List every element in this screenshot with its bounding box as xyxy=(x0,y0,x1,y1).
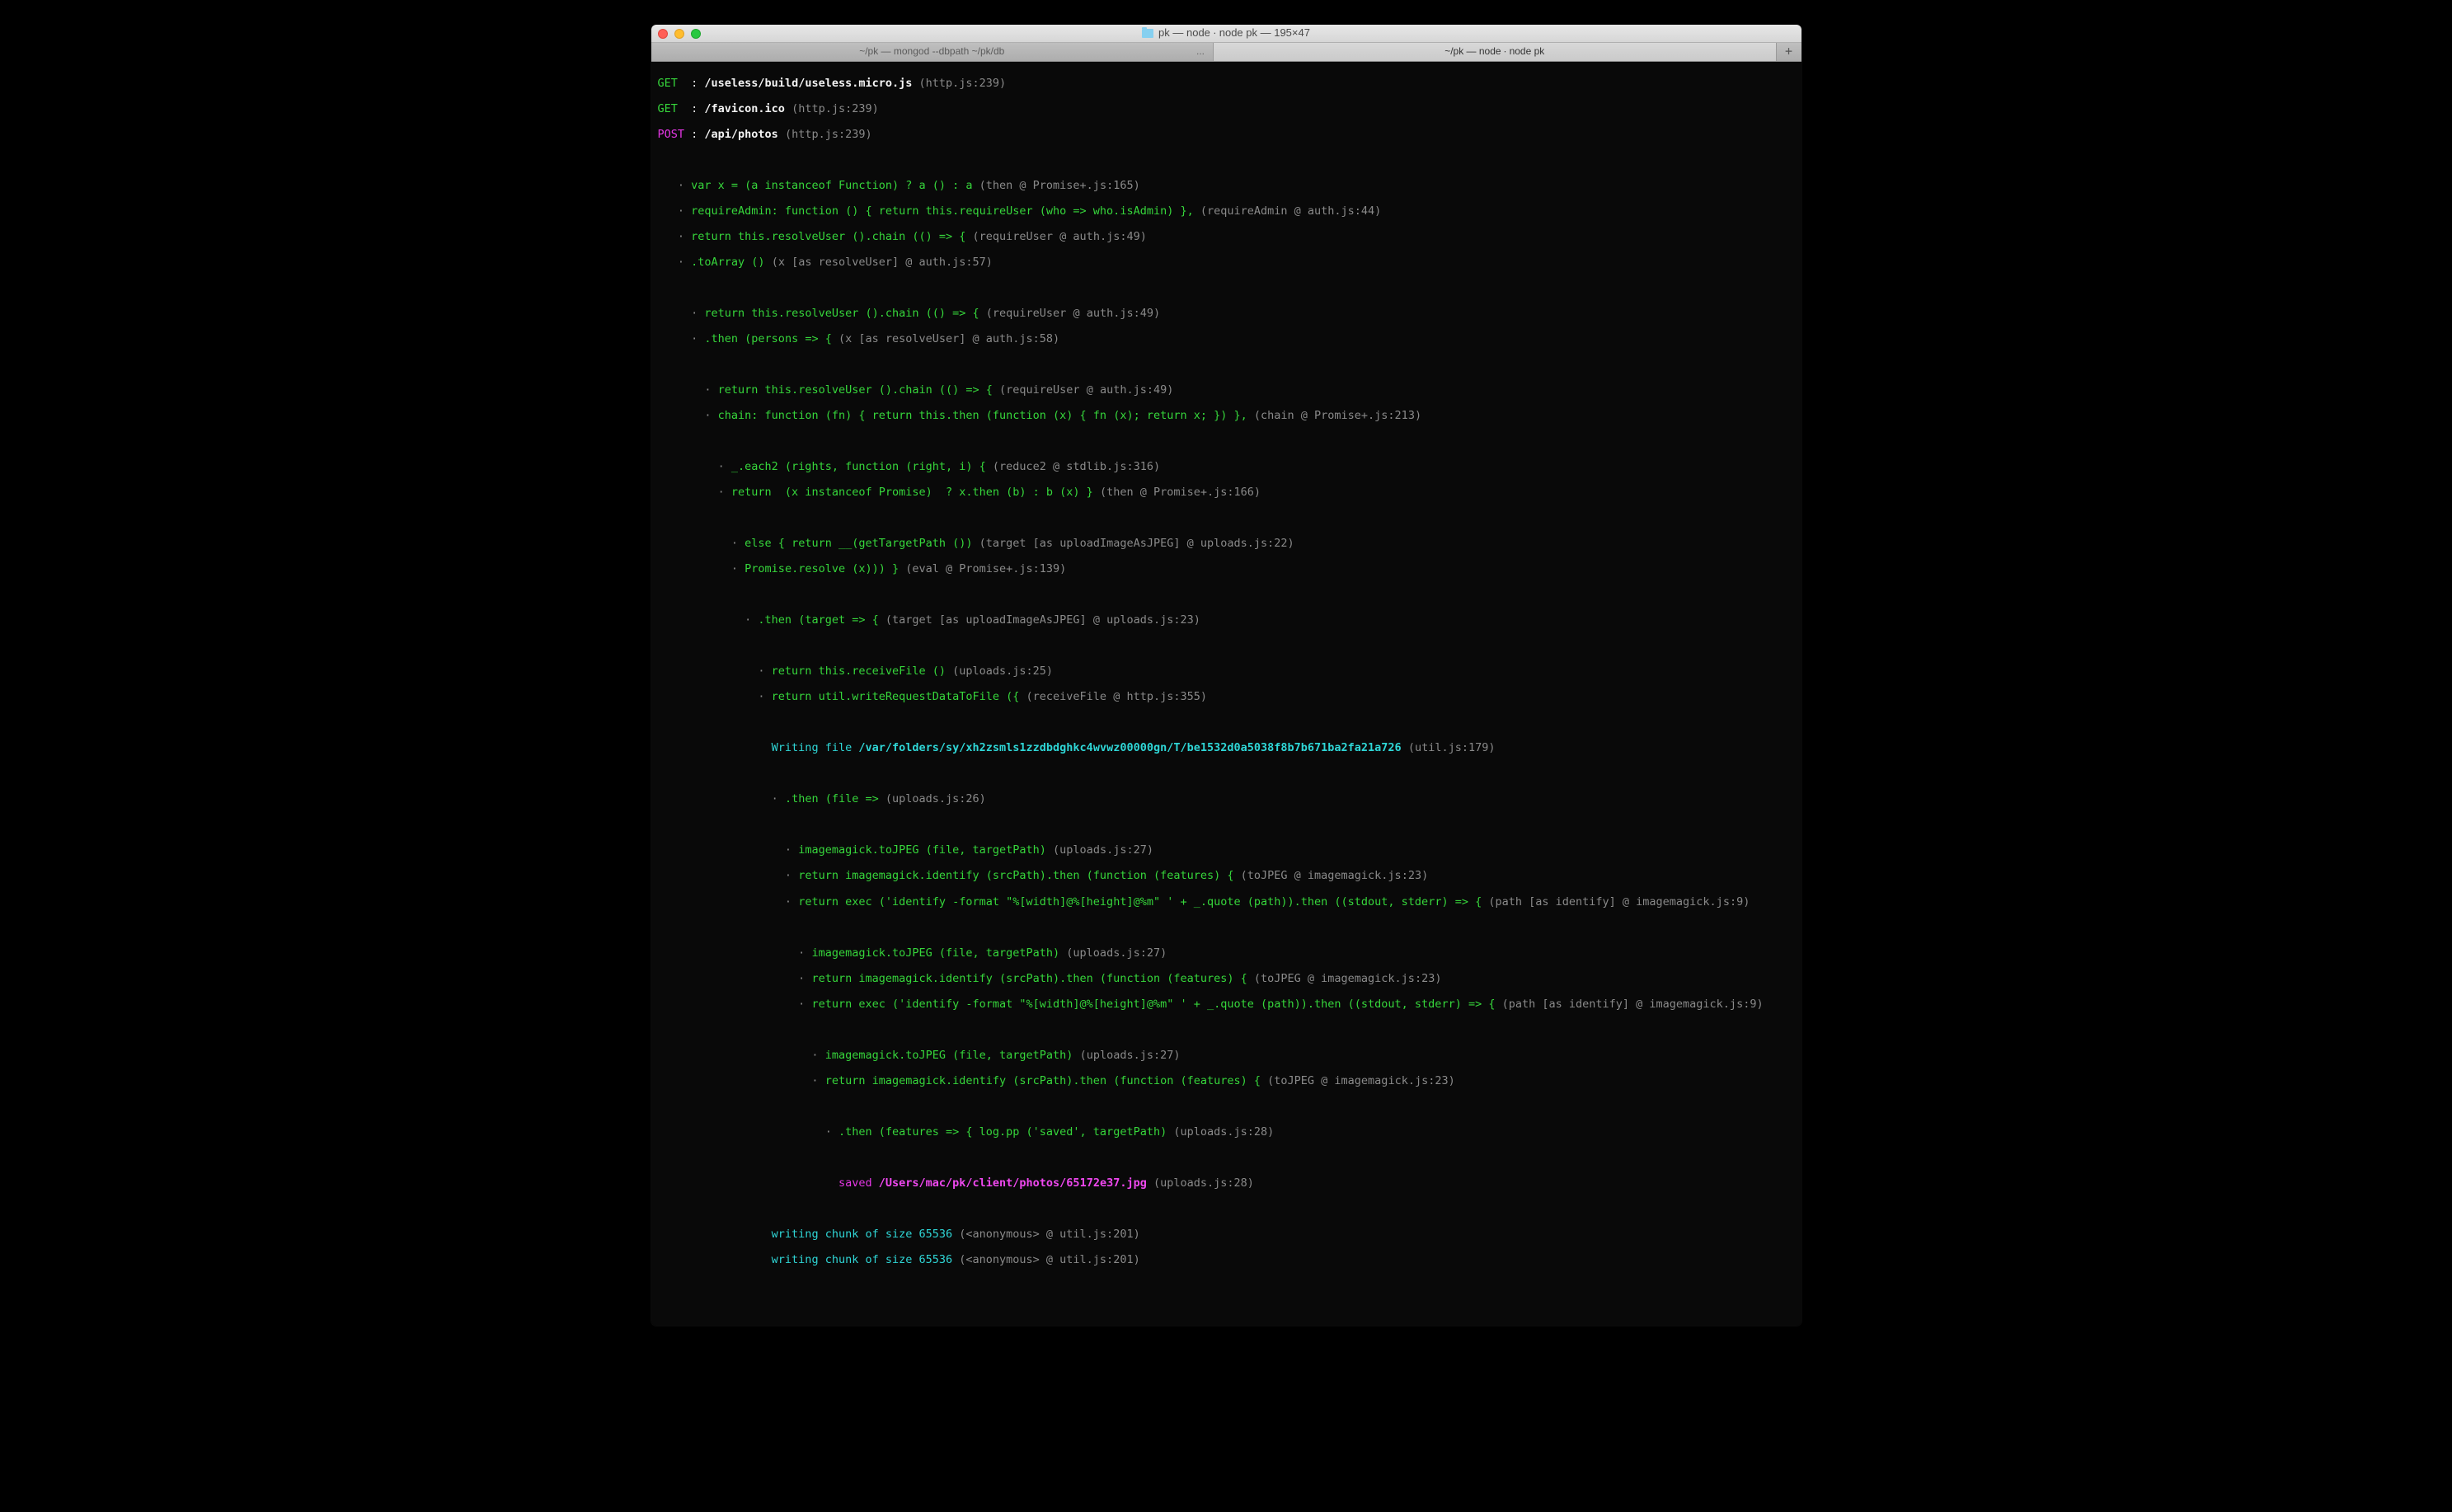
blank-line xyxy=(658,768,1795,781)
trace-line: · _.each2 (rights, function (right, i) {… xyxy=(658,461,1795,474)
blank-line xyxy=(658,1203,1795,1216)
tab-label: ~/pk — node ∙ node pk xyxy=(1444,46,1544,58)
blank-line xyxy=(658,359,1795,372)
plus-icon: + xyxy=(1785,45,1792,59)
zoom-icon[interactable] xyxy=(691,29,701,39)
trace-line: · imagemagick.toJPEG (file, targetPath) … xyxy=(658,947,1795,960)
trace-line: · .then (features => { log.pp ('saved', … xyxy=(658,1126,1795,1139)
blank-line xyxy=(658,154,1795,167)
trace-line: · return util.writeRequestDataToFile ({ … xyxy=(658,691,1795,704)
log-line: GET : /favicon.ico (http.js:239) xyxy=(658,103,1795,116)
window-title: pk — node ∙ node pk — 195×47 xyxy=(1158,27,1310,40)
saved-line: saved /Users/mac/pk/client/photos/65172e… xyxy=(658,1177,1795,1190)
chunk-line: writing chunk of size 65536 (<anonymous>… xyxy=(658,1228,1795,1242)
blank-line xyxy=(658,1024,1795,1037)
blank-line xyxy=(658,640,1795,653)
trace-line: · imagemagick.toJPEG (file, targetPath) … xyxy=(658,844,1795,857)
trace-line: · else { return __(getTargetPath ()) (ta… xyxy=(658,538,1795,551)
blank-line xyxy=(658,1101,1795,1114)
tab-mongod[interactable]: ~/pk — mongod --dbpath ~/pk/db ... xyxy=(651,43,1214,61)
traffic-lights xyxy=(658,29,701,39)
blank-line xyxy=(658,435,1795,448)
trace-line: · return this.resolveUser ().chain (() =… xyxy=(658,308,1795,321)
blank-line xyxy=(658,819,1795,832)
trace-line: · .then (target => { (target [as uploadI… xyxy=(658,614,1795,627)
blank-line xyxy=(658,1152,1795,1165)
blank-line xyxy=(658,282,1795,295)
trace-line: · Promise.resolve (x))) } (eval @ Promis… xyxy=(658,563,1795,576)
terminal-window: pk — node ∙ node pk — 195×47 ~/pk — mong… xyxy=(651,25,1801,1326)
trace-line: · imagemagick.toJPEG (file, targetPath) … xyxy=(658,1049,1795,1063)
blank-line xyxy=(658,512,1795,525)
trace-line: · return imagemagick.identify (srcPath).… xyxy=(658,870,1795,883)
trace-line: · return this.resolveUser ().chain (() =… xyxy=(658,231,1795,244)
blank-line xyxy=(658,716,1795,730)
trace-line: · return exec ('identify -format "%[widt… xyxy=(658,998,1795,1012)
trace-line: · requireAdmin: function () { return thi… xyxy=(658,205,1795,218)
info-line: Writing file /var/folders/sy/xh2zsmls1zz… xyxy=(658,742,1795,755)
new-tab-button[interactable]: + xyxy=(1777,43,1801,61)
blank-line xyxy=(658,922,1795,935)
trace-line: · return this.receiveFile () (uploads.js… xyxy=(658,665,1795,679)
trace-line: · .toArray () (x [as resolveUser] @ auth… xyxy=(658,256,1795,270)
trace-line: · return this.resolveUser ().chain (() =… xyxy=(658,384,1795,397)
chunk-line: writing chunk of size 65536 (<anonymous>… xyxy=(658,1254,1795,1267)
trace-line: · return (x instanceof Promise) ? x.then… xyxy=(658,486,1795,500)
tab-label: ~/pk — mongod --dbpath ~/pk/db xyxy=(859,46,1004,58)
minimize-icon[interactable] xyxy=(674,29,684,39)
tab-node-pk[interactable]: ~/pk — node ∙ node pk xyxy=(1214,43,1777,61)
trace-line: · chain: function (fn) { return this.the… xyxy=(658,410,1795,423)
tab-overflow-icon: ... xyxy=(1196,46,1205,58)
trace-line: · .then (persons => { (x [as resolveUser… xyxy=(658,333,1795,346)
trace-line: · return exec ('identify -format "%[widt… xyxy=(658,896,1795,909)
trace-line: · return imagemagick.identify (srcPath).… xyxy=(658,973,1795,986)
window-title-wrap: pk — node ∙ node pk — 195×47 xyxy=(651,27,1801,40)
terminal-output[interactable]: GET : /useless/build/useless.micro.js (h… xyxy=(651,62,1801,1326)
log-line: GET : /useless/build/useless.micro.js (h… xyxy=(658,77,1795,91)
log-line: POST : /api/photos (http.js:239) xyxy=(658,129,1795,142)
blank-line xyxy=(658,589,1795,602)
trace-line: · .then (file => (uploads.js:26) xyxy=(658,793,1795,806)
close-icon[interactable] xyxy=(658,29,668,39)
titlebar[interactable]: pk — node ∙ node pk — 195×47 xyxy=(651,25,1801,43)
tab-bar: ~/pk — mongod --dbpath ~/pk/db ... ~/pk … xyxy=(651,43,1801,62)
trace-line: · return imagemagick.identify (srcPath).… xyxy=(658,1075,1795,1088)
folder-icon xyxy=(1142,29,1153,38)
trace-line: · var x = (a instanceof Function) ? a ()… xyxy=(658,180,1795,193)
